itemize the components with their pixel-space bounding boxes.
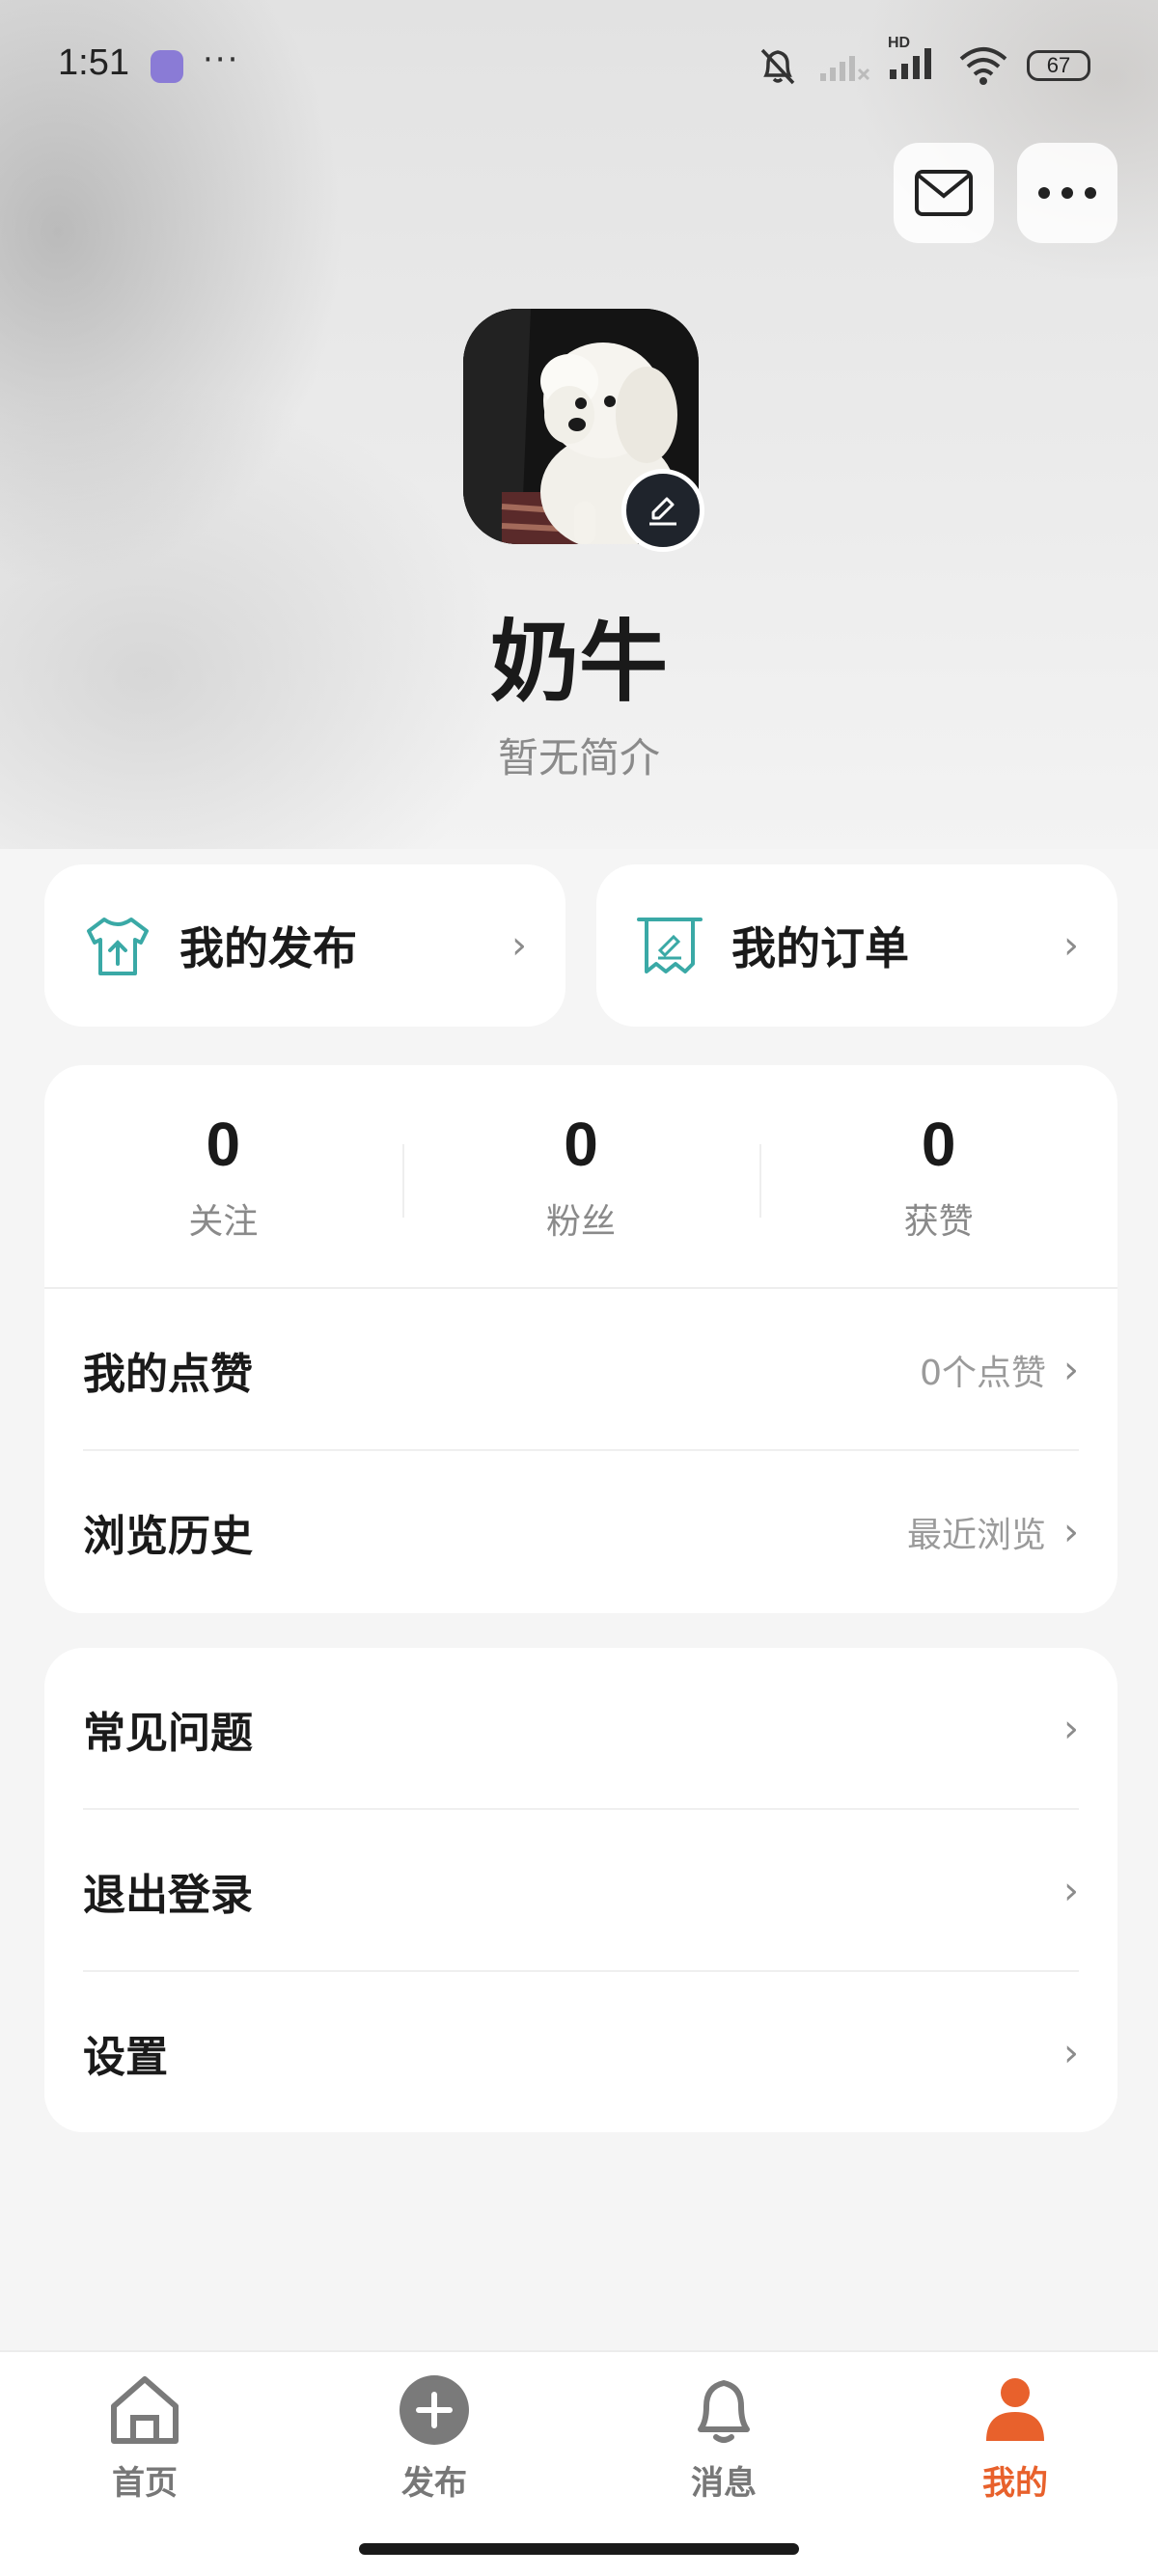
mute-bell-icon bbox=[760, 48, 795, 85]
tab-messages-label: 消息 bbox=[691, 2464, 757, 2503]
browse-history-title: 浏览历史 bbox=[83, 1512, 253, 1561]
chevron-right-icon: › bbox=[1063, 2031, 1079, 2075]
more-options-button[interactable] bbox=[1017, 143, 1117, 243]
tab-publish-label: 发布 bbox=[401, 2464, 467, 2503]
stat-likes-received[interactable]: 0 获赞 bbox=[759, 1065, 1117, 1287]
stat-following-label: 关注 bbox=[188, 1202, 259, 1242]
stat-followers-count: 0 bbox=[564, 1110, 598, 1179]
tab-profile-label: 我的 bbox=[982, 2464, 1048, 2503]
status-bar: 1:51 ··· HD 67 bbox=[0, 0, 1158, 125]
profile-bio: 暂无简介 bbox=[497, 734, 660, 781]
person-icon bbox=[986, 2378, 1044, 2441]
settings-row[interactable]: 设置 › bbox=[44, 1972, 1117, 2134]
browse-history-row[interactable]: 浏览历史 最近浏览 › bbox=[44, 1451, 1117, 1613]
upload-shirt-icon bbox=[87, 918, 149, 975]
chevron-right-icon: › bbox=[1063, 1869, 1079, 1913]
my-orders-card[interactable]: 我的订单 › bbox=[596, 864, 1117, 1027]
tab-profile[interactable]: 我的 bbox=[938, 2373, 1092, 2504]
status-time: 1:51 bbox=[58, 42, 129, 83]
profile-name: 奶牛 bbox=[489, 611, 668, 714]
tab-home[interactable]: 首页 bbox=[68, 2373, 222, 2504]
chevron-right-icon: › bbox=[511, 923, 527, 968]
signal-weak-icon bbox=[820, 56, 870, 81]
stats-row: 0 关注 0 粉丝 0 获赞 bbox=[44, 1065, 1117, 1289]
more-notifications-icon: ··· bbox=[203, 41, 240, 79]
my-likes-count: 0个点赞 bbox=[920, 1354, 1046, 1393]
wifi-icon bbox=[959, 47, 1007, 85]
chevron-right-icon: › bbox=[1063, 1348, 1079, 1392]
stat-followers[interactable]: 0 粉丝 bbox=[401, 1065, 760, 1287]
stat-followers-label: 粉丝 bbox=[546, 1202, 617, 1242]
signal-strong-icon: HD bbox=[888, 35, 940, 85]
stat-likes-label: 获赞 bbox=[903, 1202, 974, 1242]
my-posts-label: 我的发布 bbox=[179, 922, 357, 974]
bottom-tab-bar: 首页 发布 消息 我的 bbox=[0, 2350, 1158, 2576]
battery-indicator: 67 bbox=[1027, 50, 1090, 81]
status-icons: HD 67 bbox=[755, 35, 1090, 89]
my-likes-row[interactable]: 我的点赞 0个点赞 › bbox=[44, 1289, 1117, 1451]
logout-row[interactable]: 退出登录 › bbox=[44, 1810, 1117, 1972]
stat-likes-count: 0 bbox=[921, 1110, 956, 1179]
my-posts-card[interactable]: 我的发布 › bbox=[44, 864, 565, 1027]
app-notification-icon bbox=[151, 50, 183, 83]
bell-icon bbox=[698, 2380, 750, 2443]
messages-mail-button[interactable] bbox=[894, 143, 994, 243]
home-indicator[interactable] bbox=[359, 2543, 799, 2555]
more-horizontal-icon bbox=[1038, 187, 1096, 199]
stat-following-count: 0 bbox=[206, 1110, 241, 1179]
receipt-icon bbox=[637, 918, 703, 973]
chevron-right-icon: › bbox=[1063, 1510, 1079, 1554]
mail-icon bbox=[915, 170, 973, 216]
settings-title: 设置 bbox=[83, 2033, 168, 2082]
tab-messages[interactable]: 消息 bbox=[647, 2373, 801, 2504]
chevron-right-icon: › bbox=[1063, 923, 1079, 968]
faq-title: 常见问题 bbox=[83, 1709, 253, 1758]
tab-publish[interactable]: 发布 bbox=[357, 2373, 511, 2504]
logout-title: 退出登录 bbox=[83, 1871, 253, 1920]
tab-home-label: 首页 bbox=[112, 2464, 178, 2503]
network-type-label: HD bbox=[888, 35, 911, 51]
faq-row[interactable]: 常见问题 › bbox=[44, 1648, 1117, 1810]
avatar-container[interactable] bbox=[463, 309, 704, 552]
browse-history-extra: 最近浏览 bbox=[906, 1516, 1046, 1555]
my-likes-title: 我的点赞 bbox=[83, 1350, 253, 1399]
my-orders-label: 我的订单 bbox=[731, 922, 909, 974]
menu-card: 常见问题 › 退出登录 › 设置 › bbox=[44, 1648, 1117, 2132]
chevron-right-icon: › bbox=[1063, 1707, 1079, 1751]
stats-card: 0 关注 0 粉丝 0 获赞 我的点赞 0个点赞 › 浏览历史 最近浏览 › bbox=[44, 1065, 1117, 1613]
home-icon bbox=[111, 2376, 179, 2444]
plus-circle-icon bbox=[400, 2375, 469, 2445]
stat-following[interactable]: 0 关注 bbox=[44, 1065, 402, 1287]
pencil-edit-icon bbox=[649, 497, 676, 526]
edit-profile-button[interactable] bbox=[621, 469, 704, 552]
